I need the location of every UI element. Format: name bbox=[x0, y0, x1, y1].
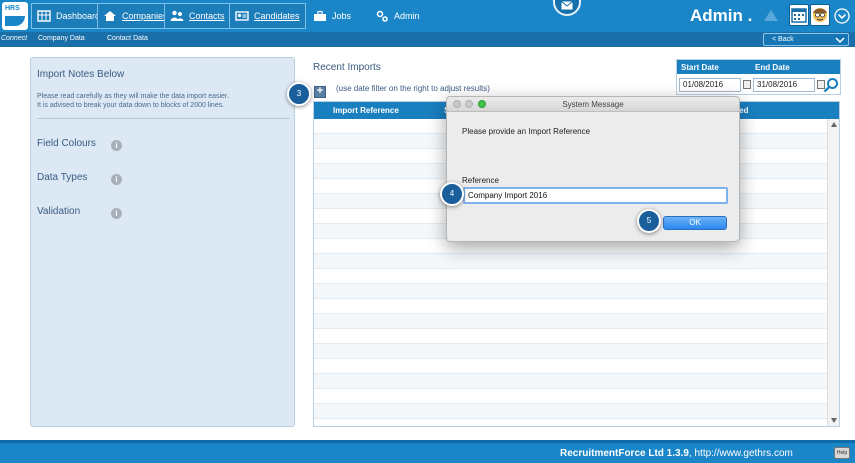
help-icon[interactable]: Help bbox=[834, 447, 850, 459]
dialog-message: Please provide an Import Reference bbox=[462, 127, 591, 136]
info-icon[interactable]: i bbox=[111, 208, 122, 219]
table-row bbox=[314, 344, 827, 359]
table-scrollbar[interactable] bbox=[827, 119, 839, 426]
divider bbox=[37, 118, 290, 119]
calendar-button[interactable] bbox=[789, 4, 809, 26]
contact-data-link[interactable]: Contact Data bbox=[107, 35, 148, 42]
start-date-label: Start Date bbox=[681, 63, 719, 72]
chevron-down-icon[interactable] bbox=[834, 8, 850, 24]
search-icon[interactable] bbox=[823, 77, 839, 93]
end-date-input[interactable]: 31/08/2016 bbox=[753, 78, 815, 92]
sub-nav: Connect Company Data Contact Data < Back bbox=[0, 32, 855, 47]
ok-button[interactable]: OK bbox=[663, 216, 727, 230]
grid-icon bbox=[37, 10, 51, 22]
table-row bbox=[314, 389, 827, 404]
zoom-window-icon[interactable] bbox=[478, 100, 486, 108]
start-date-input[interactable]: 01/08/2016 bbox=[679, 78, 741, 92]
data-types-label: Data Types bbox=[37, 172, 88, 183]
table-row bbox=[314, 359, 827, 374]
table-row bbox=[314, 254, 827, 269]
step-marker-5: 5 bbox=[637, 209, 661, 233]
step-marker-3: 3 bbox=[287, 82, 311, 106]
footer-text: RecruitmentForce Ltd 1.3.9, http://www.g… bbox=[560, 448, 793, 459]
connect-label: Connect bbox=[1, 35, 28, 42]
logo-text: HRS bbox=[5, 5, 20, 12]
briefcase-icon bbox=[314, 10, 326, 21]
import-notes-title: Import Notes Below bbox=[37, 69, 125, 80]
table-row bbox=[314, 329, 827, 344]
table-row bbox=[314, 284, 827, 299]
envelope-icon bbox=[561, 0, 573, 9]
table-row bbox=[314, 374, 827, 389]
scroll-down-icon[interactable] bbox=[831, 418, 837, 423]
nav-dashboard[interactable]: Dashboard bbox=[31, 3, 107, 29]
calendar-icon bbox=[791, 8, 807, 23]
avatar-button[interactable] bbox=[810, 4, 830, 26]
user-name[interactable]: Admin . bbox=[690, 6, 752, 26]
admin-gears-icon bbox=[376, 10, 388, 22]
step-marker-4: 4 bbox=[440, 182, 464, 206]
nav-jobs[interactable]: Jobs bbox=[308, 3, 356, 29]
back-select[interactable]: < Back bbox=[763, 33, 849, 46]
reference-input[interactable]: Company Import 2016 bbox=[463, 187, 728, 204]
dialog-title: System Message bbox=[447, 97, 739, 112]
date-filter: Start Date End Date 01/08/2016 31/08/201… bbox=[676, 59, 841, 95]
import-notes-panel: Import Notes Below Please read carefully… bbox=[30, 57, 295, 427]
chevron-down-icon bbox=[835, 37, 845, 44]
company-data-link[interactable]: Company Data bbox=[38, 35, 85, 42]
id-card-icon bbox=[235, 11, 249, 21]
home-icon bbox=[104, 11, 116, 21]
minimize-window-icon[interactable] bbox=[465, 100, 473, 108]
table-row bbox=[314, 314, 827, 329]
field-colours-label: Field Colours bbox=[37, 138, 96, 149]
validation-label: Validation bbox=[37, 206, 81, 217]
footer: RecruitmentForce Ltd 1.3.9, http://www.g… bbox=[0, 440, 855, 463]
scroll-up-icon[interactable] bbox=[831, 122, 837, 127]
table-row bbox=[314, 299, 827, 314]
date-filter-note: (use date filter on the right to adjust … bbox=[336, 84, 490, 93]
info-icon[interactable]: i bbox=[111, 174, 122, 185]
close-window-icon[interactable] bbox=[453, 100, 461, 108]
reference-label: Reference bbox=[462, 176, 499, 185]
table-row bbox=[314, 404, 827, 419]
col-import-reference[interactable]: Import Reference bbox=[333, 106, 399, 115]
hrs-logo[interactable]: HRS bbox=[2, 2, 28, 30]
top-nav: HRS Dashboard Companies Contacts Candida… bbox=[0, 0, 855, 32]
nav-admin[interactable]: Admin bbox=[370, 3, 425, 29]
avatar-icon bbox=[813, 8, 827, 22]
add-import-button[interactable]: + bbox=[314, 86, 326, 98]
nav-companies[interactable]: Companies bbox=[97, 3, 174, 29]
nav-contacts[interactable]: Contacts bbox=[164, 3, 231, 29]
recent-imports-title: Recent Imports bbox=[313, 62, 381, 73]
mail-notification[interactable] bbox=[553, 0, 581, 16]
calendar-picker-icon[interactable] bbox=[743, 80, 751, 89]
table-row bbox=[314, 269, 827, 284]
user-menu-triangle-icon[interactable] bbox=[764, 10, 778, 21]
system-message-dialog: System Message Please provide an Import … bbox=[446, 96, 740, 242]
info-icon[interactable]: i bbox=[111, 140, 122, 151]
end-date-label: End Date bbox=[755, 63, 790, 72]
nav-candidates[interactable]: Candidates bbox=[229, 3, 306, 29]
users-icon bbox=[170, 10, 184, 21]
import-notes-text: Please read carefully as they will make … bbox=[37, 93, 229, 109]
